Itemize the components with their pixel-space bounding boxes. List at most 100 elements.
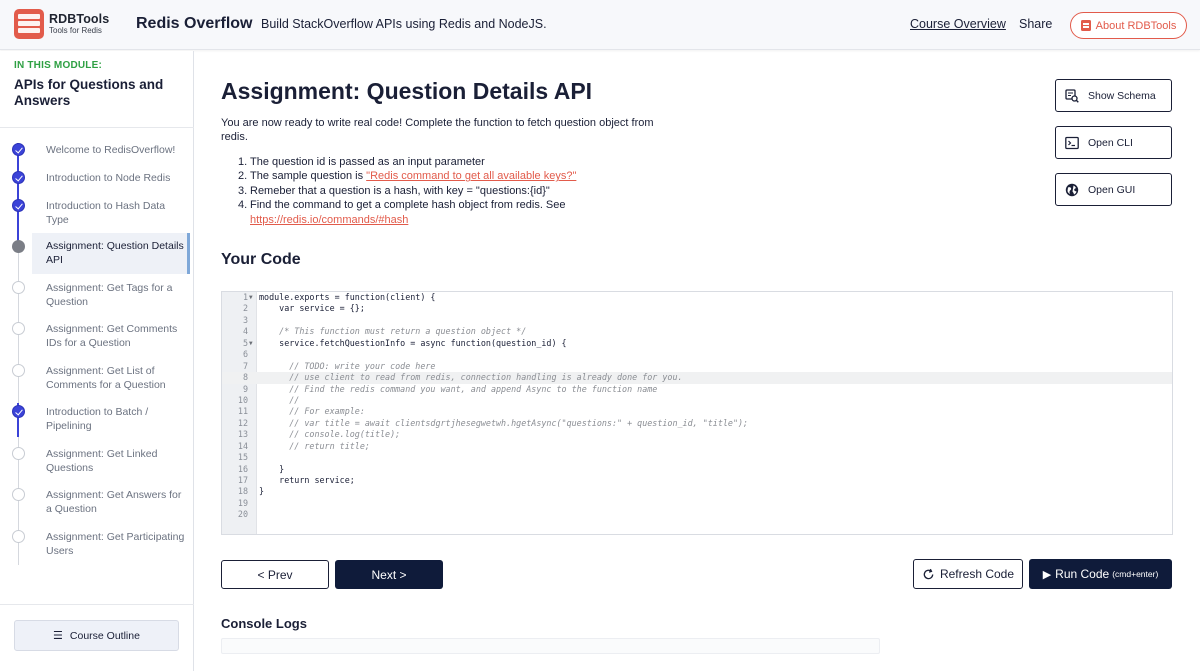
sidebar-step-label: Welcome to RedisOverflow!	[46, 144, 176, 156]
globe-icon	[1065, 183, 1079, 197]
step-todo-icon	[12, 322, 25, 335]
run-code-button[interactable]: ▶ Run Code (cmd+enter)	[1029, 559, 1172, 589]
redis-hash-commands-link[interactable]: https://redis.io/commands/#hash	[250, 214, 408, 226]
code-line[interactable]: 19	[222, 498, 1172, 509]
logo-subtitle: Tools for Redis	[49, 26, 102, 36]
code-line[interactable]: 18}	[222, 486, 1172, 497]
instruction-item: 1. The question id is passed as an input …	[238, 156, 485, 168]
code-line[interactable]: 13 // console.log(title);	[222, 429, 1172, 440]
code-line[interactable]: 11 // For example:	[222, 406, 1172, 417]
sidebar-step-label: Introduction to Hash Data Type	[46, 200, 166, 226]
step-current-icon	[12, 240, 25, 253]
fold-arrow-icon[interactable]: ▼	[249, 292, 253, 303]
code-line[interactable]: 14 // return title;	[222, 441, 1172, 452]
sidebar-step-node-redis[interactable]: Introduction to Node Redis	[32, 168, 190, 196]
sample-question-link[interactable]: "Redis command to get all available keys…	[366, 170, 576, 182]
open-cli-button[interactable]: Open CLI	[1055, 126, 1172, 159]
step-done-icon	[12, 143, 25, 156]
sidebar-step-get-tags[interactable]: Assignment: Get Tags for a Question	[32, 278, 190, 319]
code-line[interactable]: 16 }	[222, 464, 1172, 475]
line-number: 9	[242, 383, 248, 394]
instructions-list: 1. The question id is passed as an input …	[238, 155, 658, 227]
sidebar-step-question-details[interactable]: Assignment: Question Details API	[32, 233, 190, 274]
sidebar-step-participating-users[interactable]: Assignment: Get Participating Users	[32, 527, 190, 568]
code-text: // TODO: write your code here	[259, 360, 436, 371]
code-line[interactable]: 6	[222, 349, 1172, 360]
line-number: 3	[242, 314, 248, 325]
code-line[interactable]: 5 ▼ service.fetchQuestionInfo = async fun…	[222, 338, 1172, 349]
open-cli-label: Open CLI	[1088, 136, 1133, 149]
code-text: return service;	[259, 475, 355, 485]
schema-search-icon	[1065, 88, 1079, 103]
code-line[interactable]: 8 // use client to read from redis, conn…	[222, 372, 1172, 384]
sidebar-step-list-comments[interactable]: Assignment: Get List of Comments for a Q…	[32, 361, 190, 402]
line-number: 13	[237, 429, 248, 440]
code-line[interactable]: 9 // Find the redis command you want, an…	[222, 384, 1172, 395]
code-editor[interactable]: 1 ▼ module.exports = function(client) {2 v…	[221, 291, 1173, 535]
about-rdbtools-button[interactable]: About RDBTools	[1070, 12, 1187, 39]
sidebar-step-label: Assignment: Get Comments IDs for a Quest…	[46, 323, 178, 349]
run-code-label: Run Code	[1055, 567, 1110, 581]
code-line[interactable]: 7 // TODO: write your code here	[222, 361, 1172, 372]
line-number: 10	[237, 394, 248, 405]
code-text: /* This function must return a question …	[259, 326, 527, 337]
code-text: // var title = await clientsdgrtjhesegwe…	[259, 417, 749, 428]
sidebar-step-label: Assignment: Get Participating Users	[46, 531, 185, 557]
sidebar-step-hash-data-type[interactable]: Introduction to Hash Data Type	[32, 196, 190, 233]
page-title: Assignment: Question Details API	[221, 78, 593, 104]
code-line[interactable]: 20	[222, 509, 1172, 520]
sidebar-step-label: Assignment: Question Details API	[46, 240, 184, 266]
sidebar-step-batch-pipelining[interactable]: Introduction to Batch / Pipelining	[32, 402, 190, 443]
sidebar-step-welcome[interactable]: Welcome to RedisOverflow!	[32, 140, 190, 168]
course-overview-link[interactable]: Course Overview	[910, 17, 1006, 31]
code-line[interactable]: 1 ▼ module.exports = function(client) {	[222, 292, 1172, 303]
step-todo-icon	[12, 364, 25, 377]
code-text: // return title;	[259, 440, 370, 451]
show-schema-button[interactable]: Show Schema	[1055, 79, 1172, 112]
line-number: 7	[242, 360, 248, 371]
sidebar-step-get-answers[interactable]: Assignment: Get Answers for a Question	[32, 485, 190, 526]
next-button[interactable]: Next >	[335, 560, 443, 589]
logo-icon	[14, 9, 44, 39]
code-line[interactable]: 2 var service = {};	[222, 303, 1172, 314]
course-outline-button[interactable]: ☰ Course Outline	[14, 620, 179, 651]
app-title: Redis Overflow	[136, 15, 253, 32]
step-todo-icon	[12, 488, 25, 501]
line-number: 6	[242, 349, 248, 360]
line-number: 18	[237, 486, 248, 497]
sidebar-step-label: Introduction to Batch / Pipelining	[46, 406, 149, 432]
app-tagline: Build StackOverflow APIs using Redis and…	[261, 17, 547, 31]
code-line[interactable]: 4 /* This function must return a questio…	[222, 326, 1172, 337]
progress-timeline-done	[17, 143, 19, 245]
fold-arrow-icon[interactable]: ▼	[249, 338, 253, 349]
code-text: var service = {};	[259, 303, 365, 314]
refresh-code-button[interactable]: Refresh Code	[913, 559, 1023, 589]
line-number: 17	[237, 475, 248, 485]
open-gui-button[interactable]: Open GUI	[1055, 173, 1172, 206]
code-lines[interactable]: 1 ▼ module.exports = function(client) {2 v…	[222, 292, 1172, 521]
code-text: module.exports = function(client) {	[259, 292, 436, 302]
code-line[interactable]: 10 //	[222, 395, 1172, 406]
sidebar-step-label: Assignment: Get Linked Questions	[46, 448, 158, 474]
code-line[interactable]: 15	[222, 452, 1172, 463]
prev-button[interactable]: < Prev	[221, 560, 329, 589]
line-number: 5	[242, 337, 248, 348]
line-number: 8	[242, 372, 248, 383]
code-line[interactable]: 3	[222, 315, 1172, 326]
sidebar: IN THIS MODULE: APIs for Questions and A…	[0, 51, 194, 671]
share-link[interactable]: Share	[1019, 17, 1052, 31]
code-line[interactable]: 17 return service;	[222, 475, 1172, 486]
instruction-item: 2. The sample question is "Redis command …	[238, 170, 577, 183]
about-rdbtools-label: About RDBTools	[1095, 19, 1177, 32]
code-line[interactable]: 12 // var title = await clientsdgrtjhese…	[222, 418, 1172, 429]
code-text: //	[259, 394, 300, 405]
sidebar-step-get-comment-ids[interactable]: Assignment: Get Comments IDs for a Quest…	[32, 319, 190, 360]
refresh-icon	[922, 568, 935, 581]
show-schema-label: Show Schema	[1088, 89, 1156, 102]
step-done-icon	[12, 405, 25, 418]
open-gui-label: Open GUI	[1088, 183, 1136, 196]
line-number: 20	[237, 509, 248, 520]
code-text: // console.log(title);	[259, 429, 401, 440]
sidebar-step-linked-questions[interactable]: Assignment: Get Linked Questions	[32, 444, 190, 485]
rdbtools-logo[interactable]: RDBTools Tools for Redis	[14, 7, 110, 41]
